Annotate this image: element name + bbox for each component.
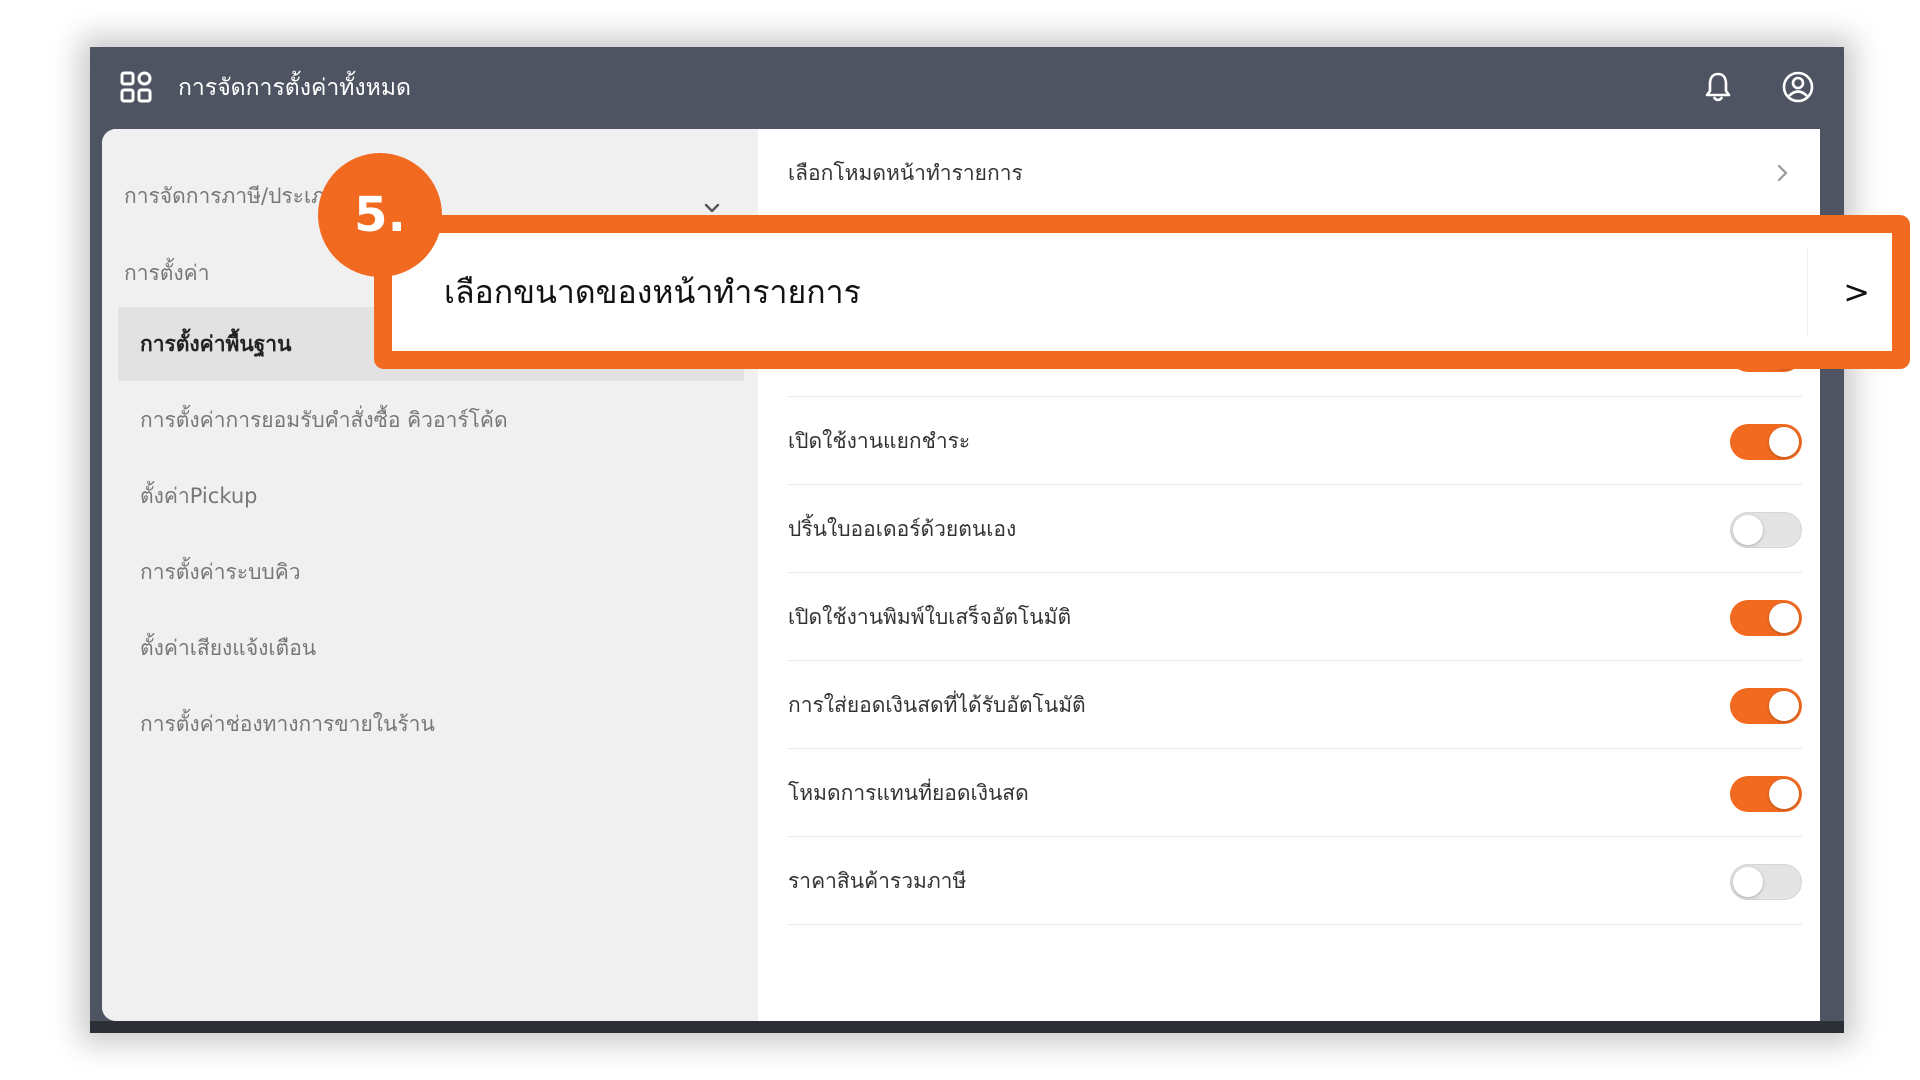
page-size-label: เลือกขนาดของหน้าทำรายการ	[444, 273, 861, 311]
setting-label: โหมดการแทนที่ยอดเงินสด	[788, 781, 1029, 805]
bell-icon[interactable]	[1700, 69, 1736, 109]
page-size-callout[interactable]: เลือกขนาดของหน้าทำรายการ >	[374, 215, 1910, 369]
grid-icon[interactable]	[118, 69, 154, 109]
toggle-knob	[1769, 691, 1799, 721]
step-badge: 5.	[318, 153, 442, 277]
sidebar-item-sales-channel[interactable]: การตั้งค่าช่องทางการขายในร้าน	[118, 687, 744, 761]
toggle-knob	[1733, 867, 1763, 897]
manual-print-order-toggle[interactable]	[1730, 512, 1802, 548]
user-circle-icon[interactable]	[1780, 69, 1816, 109]
chevron-right-icon: >	[1843, 273, 1870, 311]
auto-cash-received-toggle[interactable]	[1730, 688, 1802, 724]
sidebar-item-sound[interactable]: ตั้งค่าเสียงแจ้งเตือน	[118, 611, 744, 685]
callout-divider	[1807, 247, 1808, 337]
sidebar-item-queue[interactable]: การตั้งค่าระบบคิว	[118, 535, 744, 609]
cash-replace-mode-toggle[interactable]	[1730, 776, 1802, 812]
sidebar-item-pickup[interactable]: ตั้งค่าPickup	[118, 459, 744, 533]
sidebar-group-label: การตั้งค่า	[124, 261, 210, 285]
device-bottom-edge	[90, 1021, 1844, 1033]
price-includes-tax-toggle[interactable]	[1730, 864, 1802, 900]
setting-row: เปิดใช้งานแยกชำระ	[788, 397, 1802, 485]
auto-print-receipt-toggle[interactable]	[1730, 600, 1802, 636]
sidebar-item-qr-order[interactable]: การตั้งค่าการยอมรับคำสั่งซื้อ คิวอาร์โค้…	[118, 383, 744, 457]
app-title: การจัดการตั้งค่าทั้งหมด	[178, 75, 411, 101]
sidebar-group-label: การจัดการภาษี/ประเภท	[124, 184, 339, 208]
mode-select-label: เลือกโหมดหน้าทำรายการ	[788, 161, 1023, 185]
chevron-right-icon	[1772, 161, 1792, 189]
split-payment-toggle[interactable]	[1730, 424, 1802, 460]
setting-label: ปริ้นใบออเดอร์ด้วยตนเอง	[788, 517, 1017, 541]
setting-row: การใส่ยอดเงินสดที่ได้รับอัตโนมัติ	[788, 661, 1802, 749]
toggle-knob	[1769, 603, 1799, 633]
toggle-knob	[1769, 779, 1799, 809]
setting-label: การใส่ยอดเงินสดที่ได้รับอัตโนมัติ	[788, 693, 1086, 717]
mode-select-row[interactable]: เลือกโหมดหน้าทำรายการ	[788, 129, 1802, 217]
setting-row: โหมดการแทนที่ยอดเงินสด	[788, 749, 1802, 837]
setting-row: เปิดใช้งานพิมพ์ใบเสร็จอัตโนมัติ	[788, 573, 1802, 661]
toggle-knob	[1733, 515, 1763, 545]
setting-label: เปิดใช้งานแยกชำระ	[788, 429, 971, 453]
setting-label: ราคาสินค้ารวมภาษี	[788, 869, 967, 893]
setting-row: ราคาสินค้ารวมภาษี	[788, 837, 1802, 925]
toggle-knob	[1769, 427, 1799, 457]
setting-row: ปริ้นใบออเดอร์ด้วยตนเอง	[788, 485, 1802, 573]
setting-label: เปิดใช้งานพิมพ์ใบเสร็จอัตโนมัติ	[788, 605, 1072, 629]
